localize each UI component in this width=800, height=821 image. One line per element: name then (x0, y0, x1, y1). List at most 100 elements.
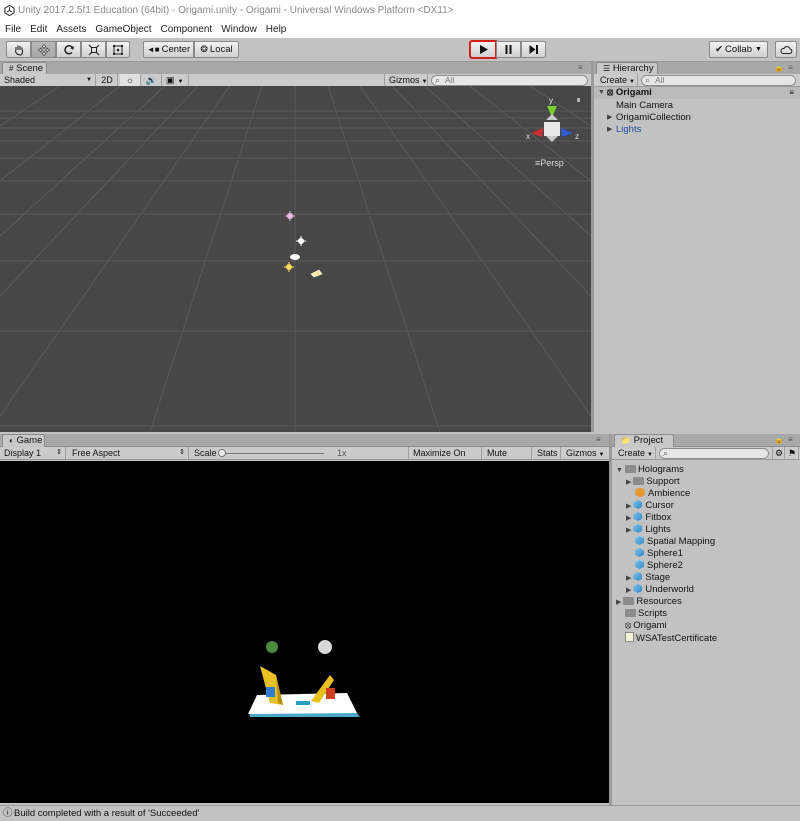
collapsed-arrow-icon[interactable]: ▶ (626, 527, 631, 534)
collapsed-arrow-icon[interactable]: ▶ (626, 587, 631, 594)
hierarchy-item-main-camera[interactable]: Main Camera (616, 100, 673, 112)
panel-menu-icon[interactable]: ≡ (578, 63, 583, 72)
holograms-label: Holograms (637, 464, 684, 475)
shading-mode-dropdown[interactable]: Shaded ▼ (0, 74, 96, 86)
collapsed-arrow-icon[interactable]: ▶ (607, 112, 612, 124)
project-item-stage[interactable]: ▶ Stage (626, 572, 670, 584)
hierarchy-search-input[interactable]: All (641, 75, 796, 86)
lights-label: Lights (616, 124, 642, 135)
project-item-sphere1[interactable]: Sphere1 (635, 548, 683, 560)
scene-menu-icon[interactable]: ≡ (789, 87, 794, 99)
stats-toggle[interactable]: Stats (533, 447, 561, 459)
pivot-center-toggle[interactable]: ◄■ Center (143, 41, 194, 58)
tab-project[interactable]: 📁 Project (614, 434, 674, 447)
lock-icon[interactable]: 🔒 (774, 435, 784, 444)
sphere1-label: Sphere1 (647, 548, 683, 559)
project-item-support[interactable]: ▶ Support (626, 476, 680, 488)
tab-game[interactable]: ◐ Game (2, 434, 45, 447)
scale-tool-button[interactable] (81, 41, 106, 58)
rect-tool-button[interactable] (106, 41, 130, 58)
hierarchy-scene-root[interactable]: ▼ ⦻ Origami ≡ (594, 87, 800, 99)
hierarchy-tree: ▼ ⦻ Origami ≡ Main Camera ▶ OrigamiCollec… (594, 87, 800, 432)
menu-component[interactable]: Component (156, 22, 217, 38)
persp-label[interactable]: ≡Persp (535, 158, 564, 168)
collapsed-arrow-icon[interactable]: ▶ (626, 479, 631, 486)
scene-effects-dropdown[interactable]: ▣ ▼ (163, 74, 189, 86)
scale-slider[interactable]: Scale 1x (190, 447, 408, 459)
scene-lighting-toggle[interactable]: ☼ (120, 74, 141, 86)
hierarchy-create-dropdown[interactable]: Create ▼ (596, 74, 638, 86)
scene-audio-toggle[interactable]: 🔊 (142, 74, 162, 86)
prefab-icon (635, 536, 644, 545)
menu-window[interactable]: Window (216, 22, 261, 38)
menu-edit[interactable]: Edit (25, 22, 51, 38)
gizmos-dropdown[interactable]: Gizmos ▼ (384, 74, 428, 86)
project-item-spatial-mapping[interactable]: Spatial Mapping (635, 536, 715, 548)
collapsed-arrow-icon[interactable]: ▶ (626, 503, 631, 510)
hierarchy-item-lights[interactable]: ▶ Lights (607, 124, 642, 136)
status-message: Build completed with a result of 'Succee… (14, 808, 200, 819)
mode-2d-toggle[interactable]: 2D (97, 74, 118, 86)
cloud-services-button[interactable] (775, 41, 797, 58)
project-item-resources[interactable]: ▶ Resources (616, 596, 682, 608)
project-create-dropdown[interactable]: Create ▼ (614, 447, 656, 459)
window-title: Unity 2017.2.5f1 Education (64bit) - Ori… (18, 5, 454, 16)
scale-thumb[interactable] (218, 449, 226, 457)
scene-viewport[interactable]: y x z ∎ ≡Persp (0, 86, 591, 432)
move-tool-button[interactable] (31, 41, 56, 58)
project-item-wsa-certificate[interactable]: WSATestCertificate (625, 632, 717, 644)
collapsed-arrow-icon[interactable]: ▶ (616, 599, 621, 606)
certificate-label: WSATestCertificate (636, 633, 718, 644)
space-local-toggle[interactable]: ❂ Local (194, 41, 239, 58)
expand-arrow-icon[interactable]: ▼ (616, 467, 623, 474)
panel-menu-icon[interactable]: ≡ (788, 435, 793, 444)
game-viewport[interactable] (0, 461, 609, 803)
display-dropdown[interactable]: Display 1 ⇕ (0, 447, 66, 459)
project-item-underworld[interactable]: ▶ Underworld (626, 584, 694, 596)
aspect-dropdown[interactable]: Free Aspect ⇕ (68, 447, 189, 459)
scale-track (220, 453, 324, 454)
gizmo-lock-icon[interactable]: ∎ (576, 95, 581, 104)
certificate-icon (625, 632, 634, 642)
menu-file[interactable]: File (0, 22, 25, 38)
panel-menu-icon[interactable]: ≡ (596, 435, 601, 444)
pause-button[interactable] (496, 41, 521, 58)
expand-arrow-icon[interactable]: ▼ (598, 87, 605, 99)
game-gizmos-dropdown[interactable]: Gizmos ▼ (562, 447, 609, 459)
lock-icon[interactable]: 🔒 (774, 63, 784, 72)
move-arrows-icon (37, 43, 50, 56)
collapsed-arrow-icon[interactable]: ▶ (626, 515, 631, 522)
hierarchy-item-origami-collection[interactable]: ▶ OrigamiCollection (607, 112, 691, 124)
panel-divider[interactable] (591, 62, 594, 432)
project-item-sphere2[interactable]: Sphere2 (635, 560, 683, 572)
project-search-input[interactable] (659, 448, 769, 459)
project-item-ambience[interactable]: Ambience (635, 488, 690, 500)
hand-tool-button[interactable] (6, 41, 31, 58)
project-item-holograms[interactable]: ▼ Holograms (616, 464, 684, 476)
project-item-cursor[interactable]: ▶ Cursor (626, 500, 674, 512)
filter-by-type-button[interactable]: ⚙ (772, 447, 785, 459)
status-bar[interactable]: ⓘ Build completed with a result of 'Succ… (0, 805, 800, 821)
project-item-fitbox[interactable]: ▶ Fitbox (626, 512, 671, 524)
filter-by-label-button[interactable]: ⚑ (786, 447, 799, 459)
mute-audio-toggle[interactable]: Mute Audio (483, 447, 532, 470)
menu-assets[interactable]: Assets (51, 22, 90, 38)
menu-help[interactable]: Help (261, 22, 291, 38)
project-item-lights[interactable]: ▶ Lights (626, 524, 671, 536)
cursor-label: Cursor (645, 500, 674, 511)
maximize-on-play-toggle[interactable]: Maximize On Play (408, 447, 482, 470)
hand-icon (14, 45, 23, 56)
collapsed-arrow-icon[interactable]: ▶ (626, 575, 631, 582)
rotate-tool-button[interactable] (56, 41, 81, 58)
menu-gameobject[interactable]: GameObject (90, 22, 155, 38)
play-button[interactable] (469, 40, 497, 59)
step-button[interactable] (521, 41, 546, 58)
aspect-label: Free Aspect (72, 448, 121, 458)
scale-icon (88, 44, 99, 55)
panel-menu-icon[interactable]: ≡ (788, 63, 793, 72)
collapsed-arrow-icon[interactable]: ▶ (607, 124, 612, 136)
project-item-origami-scene[interactable]: ⦻ Origami (625, 620, 667, 632)
project-item-scripts[interactable]: Scripts (625, 608, 667, 620)
collab-dropdown[interactable]: ✔ Collab ▼ (709, 41, 768, 58)
scene-search-input[interactable]: All (431, 75, 588, 86)
